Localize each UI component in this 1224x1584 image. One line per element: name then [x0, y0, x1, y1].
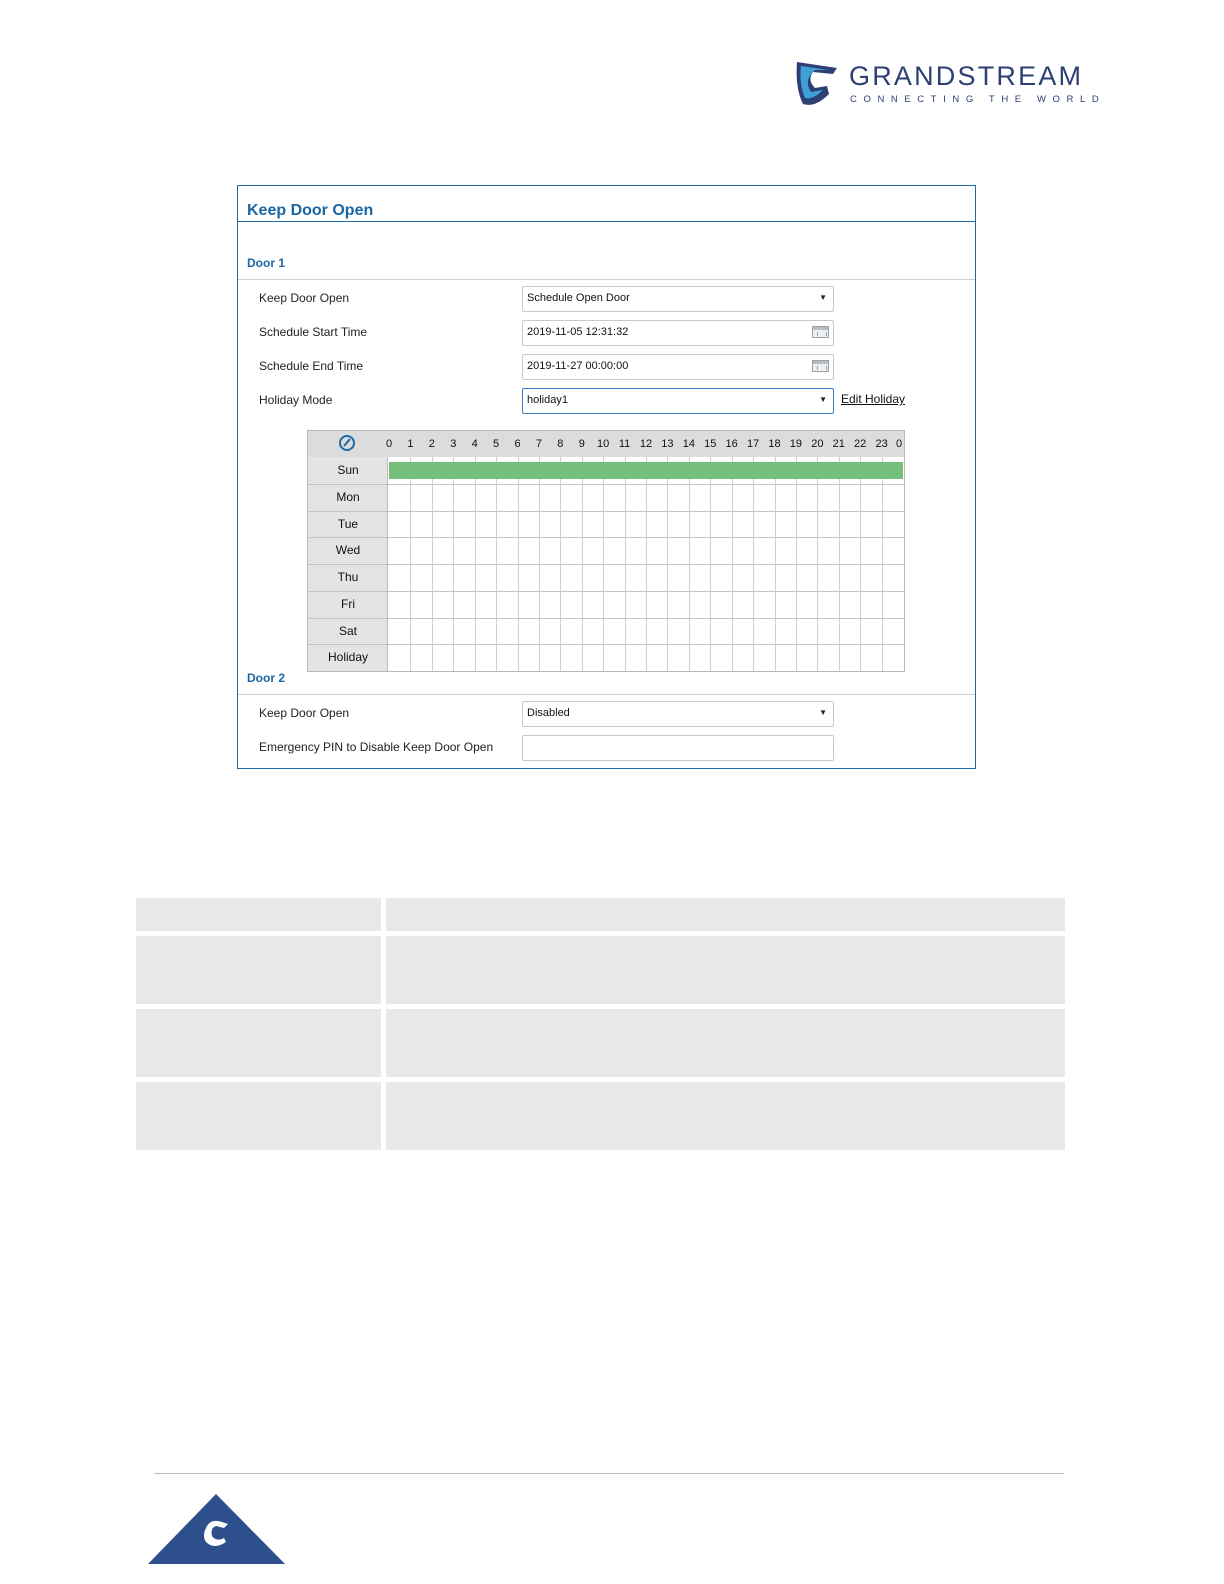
schedule-end-input[interactable]: 2019-11-27 00:00:00 — [522, 354, 834, 380]
door1-keep-open-label: Keep Door Open — [259, 291, 350, 305]
table-cell — [386, 1009, 1065, 1077]
compass-icon[interactable] — [339, 435, 355, 451]
grid-row-line — [308, 564, 904, 565]
chevron-down-icon: ▼ — [819, 708, 827, 717]
hour-label: 0 — [895, 438, 903, 450]
hour-label: 20 — [811, 438, 824, 450]
hour-label: 3 — [450, 438, 457, 450]
hour-label: 2 — [428, 438, 435, 450]
emergency-pin-input[interactable] — [522, 735, 834, 761]
day-label-sat: Sat — [338, 623, 357, 638]
schedule-end-value: 2019-11-27 00:00:00 — [527, 360, 629, 372]
schedule-start-value: 2019-11-05 12:31:32 — [527, 326, 629, 338]
grandstream-swoosh-icon — [796, 62, 837, 105]
hour-label: 7 — [535, 438, 542, 450]
schedule-start-input[interactable]: 2019-11-05 12:31:32 — [522, 320, 834, 346]
hour-label: 4 — [471, 438, 478, 450]
hour-label: 5 — [493, 438, 500, 450]
panel-title: Keep Door Open — [247, 202, 374, 219]
grid-row-line — [308, 590, 904, 592]
table-cell — [136, 936, 381, 1004]
chevron-down-icon: ▼ — [819, 293, 827, 302]
door2-keep-open-select[interactable]: Disabled ▼ — [522, 701, 834, 727]
day-label-thu: Thu — [337, 570, 359, 584]
grid-row-line — [308, 617, 904, 619]
hour-label: 1 — [407, 438, 414, 450]
emergency-pin-label: Emergency PIN to Disable Keep Door Open — [259, 740, 494, 754]
edit-holiday-link[interactable]: Edit Holiday — [841, 392, 905, 406]
table-cell — [136, 1009, 381, 1077]
logo-tagline: CONNECTING THE WORLD — [850, 94, 1106, 105]
day-label-tue: Tue — [337, 516, 359, 531]
hour-label: 13 — [661, 438, 674, 450]
hour-label: 12 — [639, 438, 653, 450]
table-header-cell — [136, 898, 381, 931]
day-label-fri: Fri — [341, 596, 355, 611]
hour-label: 14 — [682, 438, 695, 450]
grid-row-line — [308, 537, 904, 539]
logo-wordmark: GRANDSTREAM — [849, 61, 1084, 91]
door1-keep-open-select[interactable]: Schedule Open Door ▼ — [522, 286, 834, 312]
footer-divider — [154, 1473, 1064, 1474]
day-label-holiday: Holiday — [327, 650, 369, 665]
calendar-icon[interactable] — [812, 360, 829, 372]
schedule-grid[interactable]: 0 1 2 3 4 5 6 7 8 9 10 11 12 13 14 15 16 17 18 19 20 21 22 23 0 S… — [307, 430, 905, 672]
hour-label: 17 — [746, 438, 760, 450]
table-cell — [386, 1082, 1065, 1150]
door2-section-title: Door 2 — [247, 671, 286, 685]
title-divider — [238, 221, 975, 222]
hour-label: 19 — [789, 438, 803, 450]
door1-section-title: Door 1 — [247, 256, 286, 270]
active-schedule-bar[interactable] — [389, 462, 903, 479]
holiday-mode-label: Holiday Mode — [259, 393, 333, 407]
hour-label: 8 — [557, 438, 564, 450]
grid-row-line — [308, 644, 904, 646]
day-label-sun: Sun — [337, 463, 359, 477]
door1-keep-open-value: Schedule Open Door — [527, 292, 630, 304]
grid-row-line — [308, 483, 904, 485]
day-label-wed: Wed — [335, 543, 361, 558]
door2-keep-open-label: Keep Door Open — [259, 706, 350, 720]
grandstream-logo: GRANDSTREAM CONNECTING THE WORLD — [793, 58, 1118, 110]
hour-label: 21 — [832, 438, 845, 450]
hour-label: 9 — [578, 438, 585, 450]
hour-label: 15 — [704, 438, 717, 450]
hour-label: 16 — [725, 438, 738, 450]
hour-label: 11 — [618, 438, 631, 450]
holiday-mode-select[interactable]: holiday1 ▼ — [522, 388, 834, 414]
hour-label: 0 — [385, 438, 393, 450]
door1-divider — [238, 279, 975, 280]
keep-door-open-panel: Keep Door Open Door 1 Keep Door Open Sch… — [237, 185, 976, 769]
table-cell — [136, 1082, 381, 1150]
holiday-mode-value: holiday1 — [527, 394, 568, 406]
schedule-start-label: Schedule Start Time — [259, 325, 368, 339]
hour-label: 10 — [597, 438, 610, 450]
hour-label: 22 — [854, 438, 867, 450]
table-cell — [386, 936, 1065, 1004]
table-header-cell — [386, 898, 1065, 931]
grid-row-line — [308, 510, 904, 512]
footer-logo-icon — [148, 1494, 285, 1564]
hour-label: 6 — [514, 438, 521, 450]
chevron-down-icon: ▼ — [819, 395, 827, 404]
day-label-mon: Mon — [336, 489, 360, 504]
door2-divider — [238, 694, 975, 695]
hour-label: 18 — [768, 438, 781, 450]
door2-keep-open-value: Disabled — [527, 707, 570, 719]
schedule-end-label: Schedule End Time — [259, 359, 364, 373]
calendar-icon[interactable] — [812, 326, 829, 338]
